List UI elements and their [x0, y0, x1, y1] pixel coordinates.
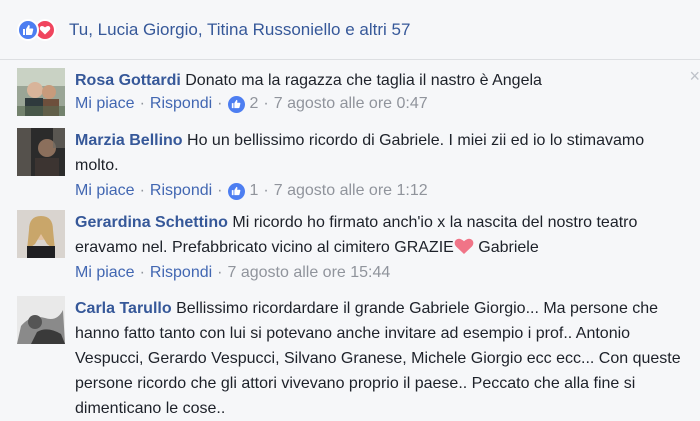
- comment-body: Marzia Bellino Ho un bellissimo ricordo …: [75, 128, 685, 202]
- like-count-value: 2: [249, 95, 259, 112]
- avatar[interactable]: [17, 68, 65, 116]
- comment-actions: Mi piace · Rispondi · 7 agosto alle ore …: [75, 262, 685, 284]
- comment-text-continued: Gabriele: [473, 239, 539, 256]
- separator: ·: [263, 95, 269, 112]
- reactions-summary-link[interactable]: Tu, Lucia Giorgio, Titina Russoniello e …: [69, 20, 410, 40]
- like-icon: [17, 18, 39, 41]
- comment-like-count[interactable]: 1: [227, 180, 259, 202]
- comment-actions: Mi piace · Rispondi · 1 · 7 agosto alle …: [75, 180, 685, 202]
- like-icon: [227, 182, 245, 200]
- comment-text: Donato ma la ragazza che taglia il nastr…: [185, 72, 542, 89]
- like-count-value: 1: [249, 182, 259, 199]
- close-icon[interactable]: ×: [689, 66, 700, 87]
- like-button[interactable]: Mi piace: [75, 180, 135, 202]
- avatar[interactable]: [17, 210, 65, 258]
- separator: ·: [217, 95, 223, 112]
- like-button[interactable]: Mi piace: [75, 93, 135, 115]
- comment-body: Gerardina Schettino Mi ricordo ho firmat…: [75, 210, 685, 284]
- reaction-icons[interactable]: [17, 18, 67, 42]
- like-button[interactable]: Mi piace: [75, 262, 135, 284]
- reply-button[interactable]: Rispondi: [150, 180, 212, 202]
- avatar[interactable]: [17, 296, 65, 344]
- comment-actions: Mi piace · Rispondi · 2 · 7 agosto alle …: [75, 93, 685, 115]
- comment-body: Carla Tarullo Bellissimo ricordardare il…: [75, 296, 685, 421]
- comment-timestamp[interactable]: 7 agosto alle ore 15:44: [228, 262, 391, 284]
- comment-author[interactable]: Rosa Gottardi: [75, 72, 181, 89]
- heart-emoji-icon: [454, 238, 474, 254]
- separator: ·: [139, 182, 145, 199]
- comment-like-count[interactable]: 2: [227, 93, 259, 115]
- like-icon: [227, 95, 245, 113]
- comment-timestamp[interactable]: 7 agosto alle ore 0:47: [274, 93, 428, 115]
- reply-button[interactable]: Rispondi: [150, 262, 212, 284]
- comment-body: Rosa Gottardi Donato ma la ragazza che t…: [75, 68, 685, 115]
- reactions-bar: Tu, Lucia Giorgio, Titina Russoniello e …: [0, 0, 700, 60]
- comment-author[interactable]: Carla Tarullo: [75, 300, 172, 317]
- comment-author[interactable]: Marzia Bellino: [75, 132, 183, 149]
- separator: ·: [263, 182, 269, 199]
- separator: ·: [217, 182, 223, 199]
- separator: ·: [217, 264, 223, 281]
- separator: ·: [139, 264, 145, 281]
- separator: ·: [139, 95, 145, 112]
- reply-button[interactable]: Rispondi: [150, 93, 212, 115]
- comment-text: Bellissimo ricordardare il grande Gabrie…: [75, 300, 681, 417]
- avatar[interactable]: [17, 128, 65, 176]
- comment-timestamp[interactable]: 7 agosto alle ore 1:12: [274, 180, 428, 202]
- comment-author[interactable]: Gerardina Schettino: [75, 214, 228, 231]
